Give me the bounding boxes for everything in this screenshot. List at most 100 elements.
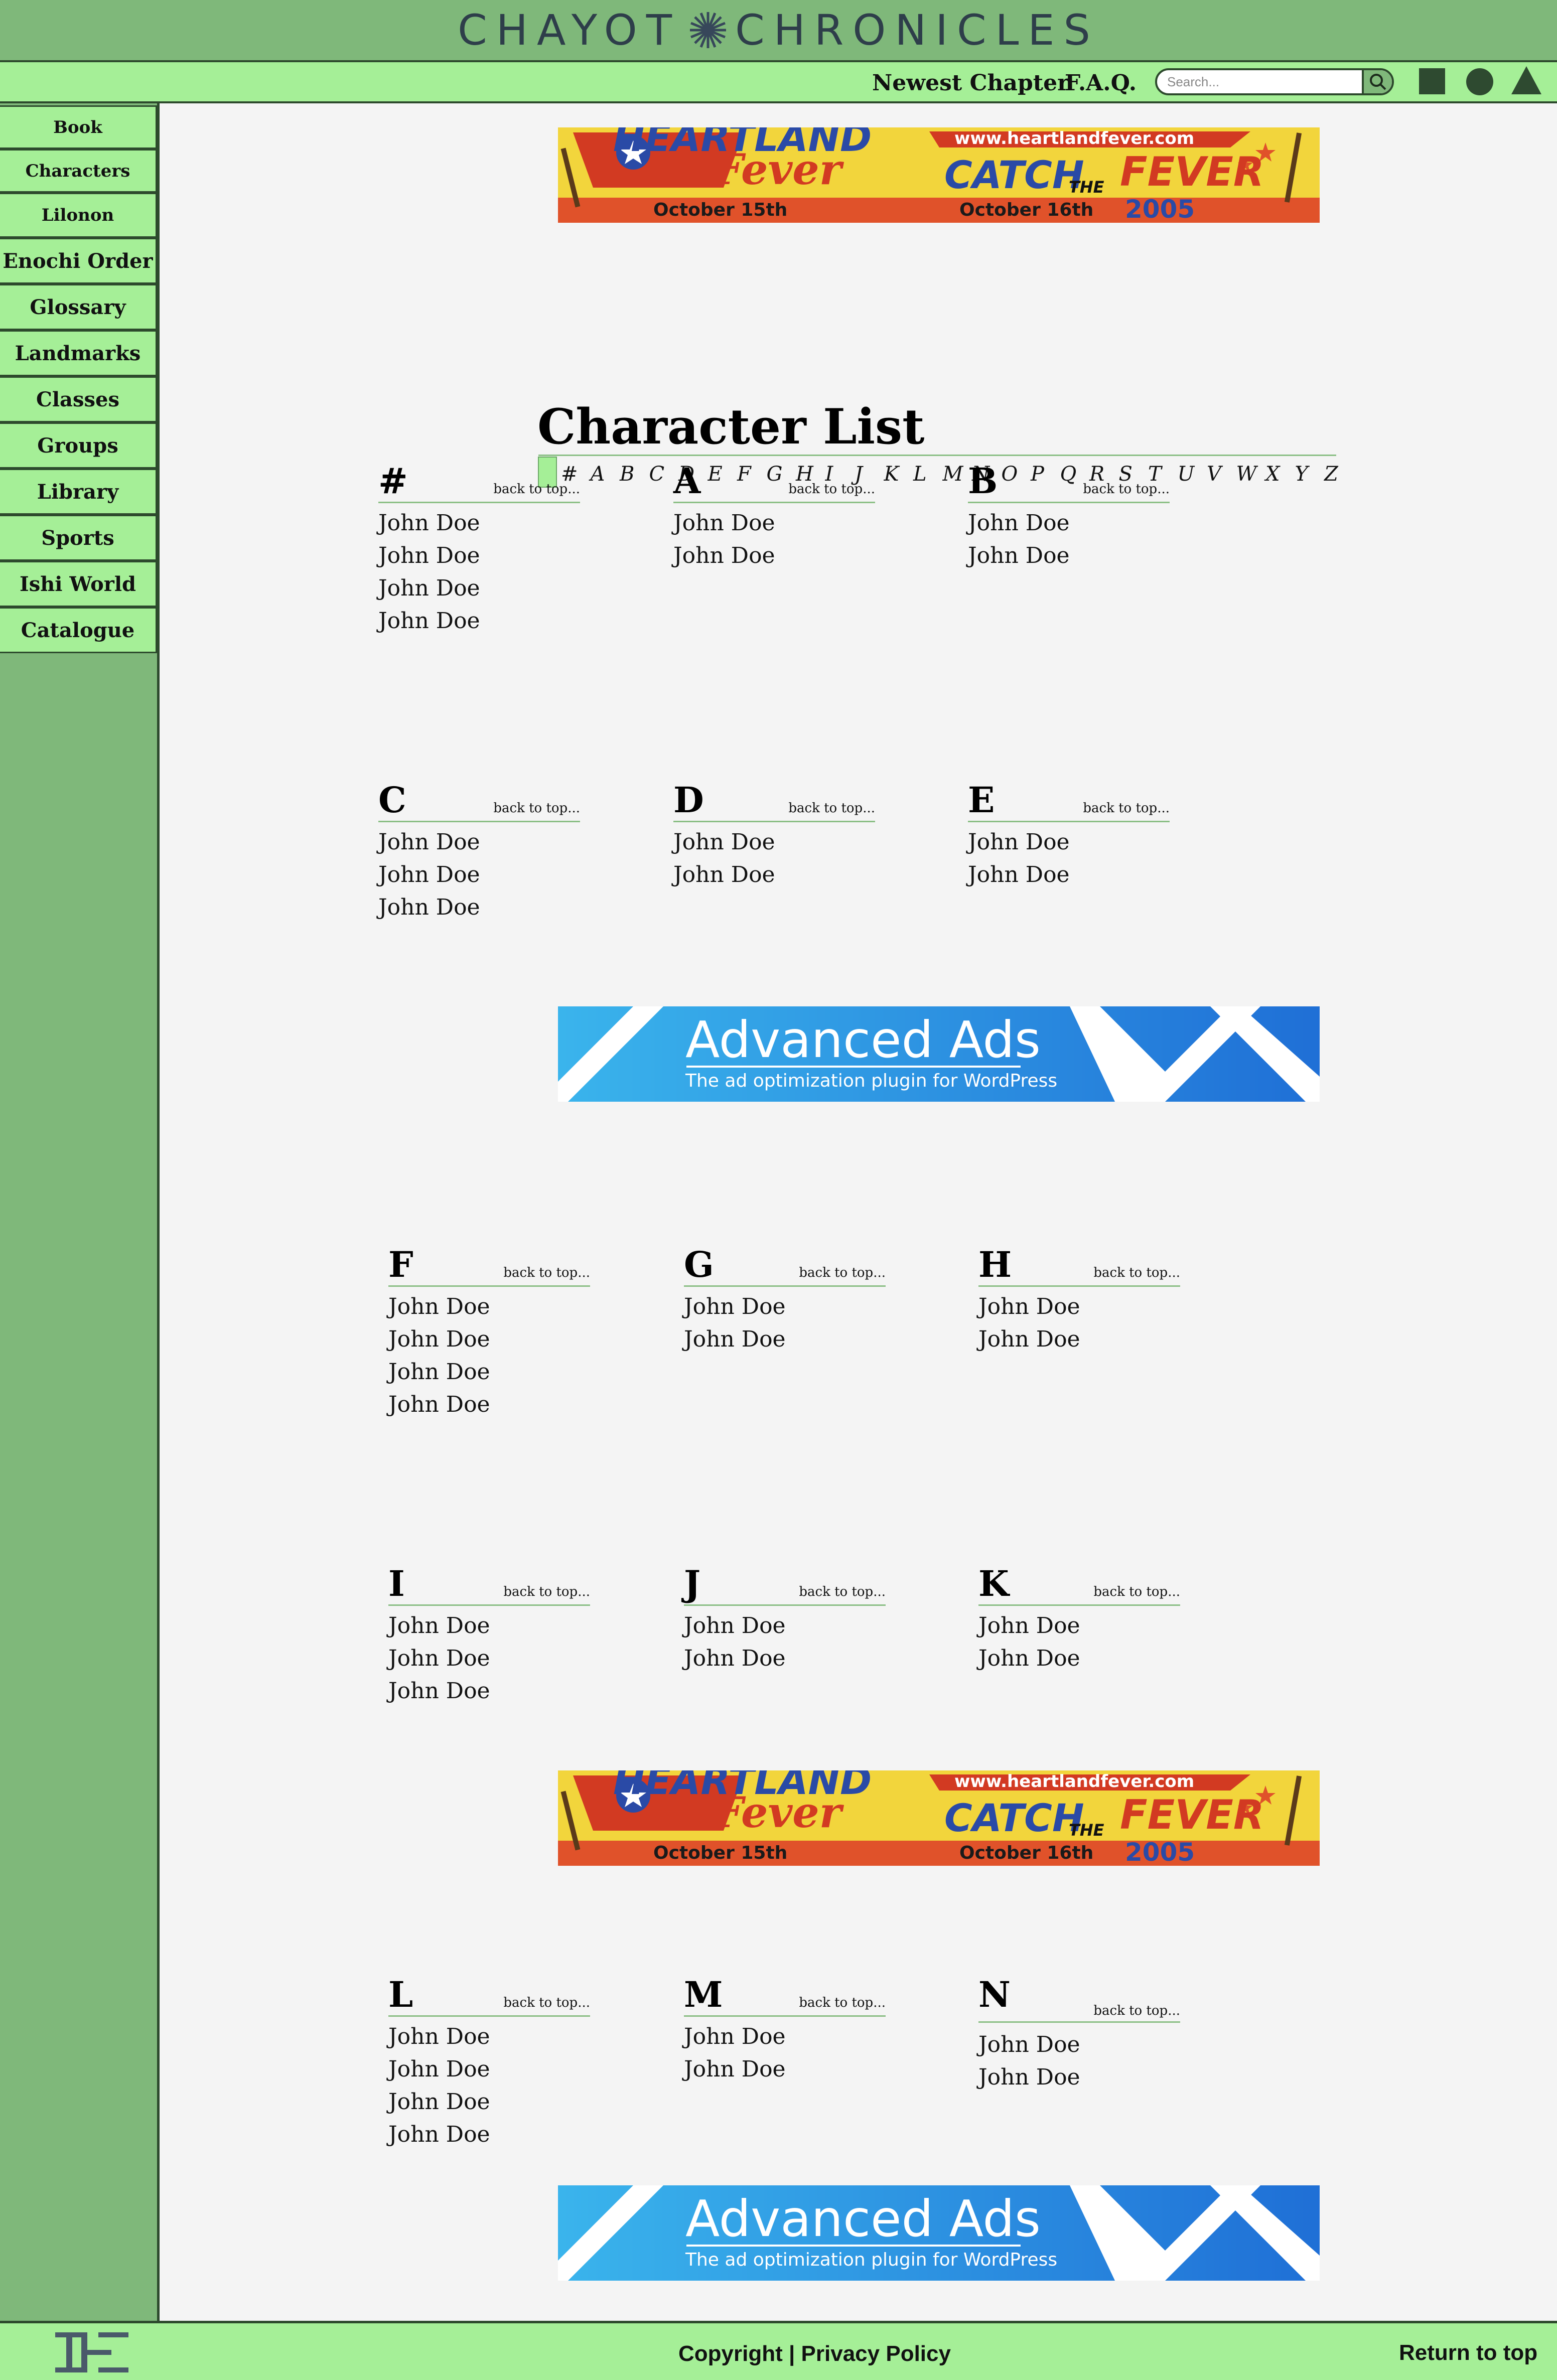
back-to-top-link[interactable]: back to top...: [503, 1995, 590, 2010]
alpha-link[interactable]: V: [1207, 463, 1236, 486]
character-name[interactable]: John Doe: [684, 1609, 786, 1642]
back-to-top-link[interactable]: back to top...: [1093, 2003, 1180, 2018]
character-name[interactable]: John Doe: [388, 2053, 490, 2086]
character-name[interactable]: John Doe: [684, 1290, 786, 1323]
alpha-link[interactable]: X: [1265, 463, 1295, 486]
character-name[interactable]: John Doe: [378, 539, 480, 572]
search-box: [1155, 68, 1394, 95]
alpha-link[interactable]: B: [620, 463, 649, 486]
character-name[interactable]: John Doe: [978, 1323, 1080, 1356]
back-to-top-link[interactable]: back to top...: [503, 1584, 590, 1599]
alpha-link[interactable]: O: [1002, 463, 1031, 486]
section-letter: I: [388, 1563, 405, 1604]
character-name[interactable]: John Doe: [378, 858, 480, 891]
character-name[interactable]: John Doe: [968, 539, 1070, 572]
back-to-top-link[interactable]: back to top...: [788, 801, 875, 816]
back-to-top-link[interactable]: back to top...: [1083, 801, 1170, 816]
sidebar-item-classes[interactable]: Classes: [0, 376, 157, 422]
sidebar-item-enochi-order[interactable]: Enochi Order: [0, 238, 157, 284]
search-button[interactable]: [1362, 70, 1392, 93]
character-name[interactable]: John Doe: [388, 1642, 490, 1675]
copyright-link[interactable]: Copyright: [678, 2341, 783, 2366]
character-name[interactable]: John Doe: [388, 1388, 490, 1421]
sidebar-item-sports[interactable]: Sports: [0, 515, 157, 561]
alpha-link[interactable]: E: [708, 463, 738, 486]
character-name[interactable]: John Doe: [684, 2053, 786, 2086]
return-to-top-link[interactable]: Return to top: [1399, 2340, 1537, 2365]
heartland-fever-ad[interactable]: HEARTLAND Fever www.heartlandfever.com C…: [558, 127, 1320, 223]
alpha-link[interactable]: F: [737, 463, 767, 486]
site-title[interactable]: CHAYOT CHRONICLES: [458, 6, 1099, 55]
character-name[interactable]: John Doe: [388, 1290, 490, 1323]
back-to-top-link[interactable]: back to top...: [799, 1995, 886, 2010]
back-to-top-link[interactable]: back to top...: [1093, 1265, 1180, 1280]
character-name[interactable]: John Doe: [684, 1642, 786, 1675]
character-name[interactable]: John Doe: [673, 507, 775, 539]
character-name[interactable]: John Doe: [378, 507, 480, 539]
back-to-top-link[interactable]: back to top...: [493, 801, 580, 816]
sidebar-item-label: Sports: [41, 526, 114, 550]
back-to-top-link[interactable]: back to top...: [1093, 1584, 1180, 1599]
alpha-link[interactable]: Z: [1324, 463, 1354, 486]
character-name[interactable]: John Doe: [378, 605, 480, 637]
alpha-link[interactable]: A: [591, 463, 620, 486]
character-name[interactable]: John Doe: [684, 1323, 786, 1356]
character-name[interactable]: John Doe: [673, 858, 775, 891]
faq-link[interactable]: F.A.Q.: [1065, 70, 1137, 96]
sidebar-item-glossary[interactable]: Glossary: [0, 284, 157, 330]
sidebar-item-catalogue[interactable]: Catalogue: [0, 607, 157, 653]
alpha-link[interactable]: P: [1031, 463, 1060, 486]
character-name[interactable]: John Doe: [388, 1609, 490, 1642]
square-icon[interactable]: [1419, 68, 1445, 94]
character-name[interactable]: John Doe: [378, 891, 480, 924]
character-name[interactable]: John Doe: [968, 826, 1070, 858]
back-to-top-link[interactable]: back to top...: [1083, 482, 1170, 497]
circle-icon[interactable]: [1466, 68, 1493, 95]
character-name[interactable]: John Doe: [388, 1323, 490, 1356]
top-nav-bar: Newest Chapter F.A.Q.: [0, 62, 1557, 103]
back-to-top-link[interactable]: back to top...: [788, 482, 875, 497]
character-name[interactable]: John Doe: [978, 1609, 1080, 1642]
sidebar-item-ishi-world[interactable]: Ishi World: [0, 561, 157, 607]
alpha-link[interactable]: K: [884, 463, 914, 486]
heartland-fever-ad[interactable]: HEARTLAND Fever www.heartlandfever.com C…: [558, 1770, 1320, 1866]
character-name[interactable]: John Doe: [978, 2028, 1080, 2061]
search-input[interactable]: [1157, 70, 1362, 93]
character-name[interactable]: John Doe: [388, 1675, 490, 1707]
advanced-ads-banner[interactable]: Advanced Ads The ad optimization plugin …: [558, 1006, 1320, 1102]
back-to-top-link[interactable]: back to top...: [503, 1265, 590, 1280]
alpha-link[interactable]: U: [1178, 463, 1207, 486]
sidebar-item-library[interactable]: Library: [0, 469, 157, 515]
sidebar-item-lilonon[interactable]: Lilonon: [0, 193, 157, 238]
privacy-policy-link[interactable]: Privacy Policy: [801, 2341, 951, 2366]
character-name[interactable]: John Doe: [673, 826, 775, 858]
character-name[interactable]: John Doe: [684, 2020, 786, 2053]
character-name[interactable]: John Doe: [978, 2061, 1080, 2094]
triangle-icon[interactable]: [1511, 66, 1541, 94]
back-to-top-link[interactable]: back to top...: [799, 1584, 886, 1599]
sidebar-item-characters[interactable]: Characters: [0, 149, 157, 193]
back-to-top-link[interactable]: back to top...: [493, 482, 580, 497]
character-name[interactable]: John Doe: [968, 507, 1070, 539]
alpha-link[interactable]: Y: [1295, 463, 1325, 486]
character-name[interactable]: John Doe: [378, 826, 480, 858]
back-to-top-link[interactable]: back to top...: [799, 1265, 886, 1280]
character-name[interactable]: John Doe: [388, 2118, 490, 2151]
character-name[interactable]: John Doe: [378, 572, 480, 605]
character-name[interactable]: John Doe: [978, 1642, 1080, 1675]
sidebar-item-label: Characters: [25, 161, 130, 181]
cc-logo-icon[interactable]: [55, 2332, 128, 2372]
character-name[interactable]: John Doe: [388, 2020, 490, 2053]
character-name[interactable]: John Doe: [388, 2086, 490, 2118]
character-name[interactable]: John Doe: [673, 539, 775, 572]
alpha-link[interactable]: L: [913, 463, 943, 486]
sidebar-item-landmarks[interactable]: Landmarks: [0, 330, 157, 376]
character-name[interactable]: John Doe: [388, 1356, 490, 1388]
sidebar-item-book[interactable]: Book: [0, 105, 157, 149]
character-name[interactable]: John Doe: [968, 858, 1070, 891]
character-name[interactable]: John Doe: [978, 1290, 1080, 1323]
alpha-link[interactable]: W: [1236, 463, 1266, 486]
advanced-ads-banner[interactable]: Advanced Ads The ad optimization plugin …: [558, 2185, 1320, 2281]
newest-chapter-link[interactable]: Newest Chapter: [872, 70, 1069, 96]
sidebar-item-groups[interactable]: Groups: [0, 422, 157, 469]
